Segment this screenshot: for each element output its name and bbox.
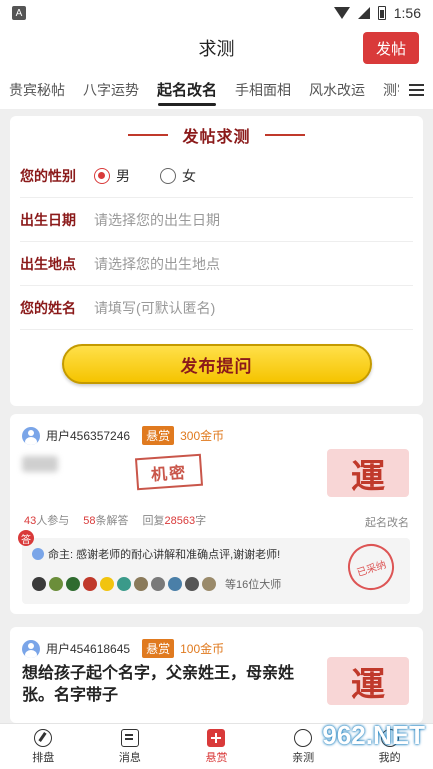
battery-icon [377, 6, 386, 20]
avatar [49, 577, 63, 591]
wifi-icon [333, 7, 350, 19]
plus-icon [207, 728, 226, 747]
gender-label: 您的性别 [20, 167, 76, 184]
radio-unchecked-icon [160, 167, 176, 184]
answer-text: 命主: 感谢老师的耐心讲解和准确点评,谢谢老师! [48, 549, 281, 561]
avatar [22, 426, 40, 445]
nav-bounty[interactable]: 悬赏 [173, 724, 260, 769]
category-tabs: 贵宾秘帖 八字运势 起名改名 手相面相 风水改运 测字解 [0, 70, 433, 110]
signal-icon [357, 7, 370, 19]
tab-fengshui[interactable]: 风水改运 [300, 70, 374, 109]
gender-female-radio[interactable]: 女 [160, 166, 196, 186]
bounty-amount: 100金币 [180, 642, 225, 656]
nav-label: 消息 [118, 751, 141, 764]
featured-answer[interactable]: 答 命主: 感谢老师的耐心讲解和准确点评,谢谢老师! 等16位大师 已采纳 [18, 530, 410, 604]
message-icon [120, 728, 139, 747]
avatar [32, 548, 44, 560]
bounty-badge: 悬赏 [142, 426, 175, 445]
avatar [66, 577, 80, 591]
heading-divider-right [264, 134, 305, 136]
avatar [83, 577, 97, 591]
bounty-badge: 悬赏 [142, 639, 175, 658]
tab-palmistry[interactable]: 手相面相 [226, 70, 300, 109]
reply-count: 回复28563字 [142, 515, 207, 527]
birth-place-placeholder: 请选择您的出生地点 [94, 255, 220, 272]
post-username: 用户456357246 [46, 429, 131, 443]
avatar [202, 577, 216, 591]
compass-icon [34, 728, 53, 747]
status-bar: A 1:56 [0, 0, 433, 26]
post-thumbnail: 運 [327, 449, 409, 497]
avatar [168, 577, 182, 591]
gender-male-radio[interactable]: 男 [94, 166, 130, 186]
nav-messages[interactable]: 消息 [87, 724, 174, 769]
answers-count: 58条解答 [83, 515, 129, 527]
birth-date-label: 出生日期 [20, 211, 76, 228]
avatar [117, 577, 131, 591]
form-title: 发帖求测 [182, 129, 251, 146]
post-card[interactable]: 用户454618645 悬赏 100金币 想给孩子起个名字，父亲姓王，母亲姓张。… [10, 627, 423, 723]
avatar [134, 577, 148, 591]
app-header: 求测 发帖 [0, 26, 433, 70]
new-post-button[interactable]: 发帖 [363, 32, 419, 64]
post-stats: 43人参与 58条解答 回复28563字 [24, 512, 206, 528]
gender-male-label: 男 [116, 167, 130, 184]
name-placeholder: 请填写(可默认匿名) [94, 299, 216, 316]
avatar [32, 577, 46, 591]
post-category: 起名改名 [365, 517, 409, 529]
nav-label: 亲测 [292, 751, 315, 764]
blurred-post-title [22, 456, 58, 472]
post-thumbnail: 運 [327, 657, 409, 705]
post-user-row: 用户454618645 悬赏 100金币 [22, 639, 411, 658]
participants-count: 43人参与 [24, 515, 70, 527]
gender-row: 您的性别 男 女 [20, 154, 413, 198]
gender-female-label: 女 [182, 167, 196, 184]
tab-vip-posts[interactable]: 贵宾秘帖 [0, 70, 74, 109]
post-user-row: 用户456357246 悬赏 300金币 [22, 426, 411, 445]
master-avatars: 等16位大师 [32, 576, 400, 592]
post-card[interactable]: 用户456357246 悬赏 300金币 机密 運 43人参与 58条解答 回复… [10, 414, 423, 614]
bounty-amount: 300金币 [180, 429, 225, 443]
nav-label: 悬赏 [205, 751, 228, 764]
avatar [100, 577, 114, 591]
avatar [185, 577, 199, 591]
avatar [22, 639, 40, 658]
name-field[interactable]: 您的姓名 请填写(可默认匿名) [20, 286, 413, 330]
app-notification-icon: A [12, 6, 26, 20]
radio-checked-icon [94, 167, 110, 184]
nav-label: 排盘 [32, 751, 55, 764]
birth-date-field[interactable]: 出生日期 请选择您的出生日期 [20, 198, 413, 242]
site-watermark: 962.NET [322, 720, 425, 750]
heading-divider-left [128, 134, 169, 136]
masters-count: 等16位大师 [225, 579, 282, 591]
tab-naming[interactable]: 起名改名 [148, 70, 226, 109]
name-label: 您的姓名 [20, 299, 76, 316]
submit-question-button[interactable]: 发布提问 [61, 344, 372, 384]
birth-date-placeholder: 请选择您的出生日期 [94, 211, 220, 228]
post-title: 想给孩子起个名字，父亲姓王，母亲姓张。名字带子 [22, 665, 295, 704]
menu-icon[interactable] [399, 70, 433, 109]
birth-place-label: 出生地点 [20, 255, 76, 272]
post-username: 用户454618645 [46, 642, 131, 656]
form-heading: 发帖求测 [20, 116, 413, 154]
person-icon [294, 728, 313, 747]
nav-chart[interactable]: 排盘 [0, 724, 87, 769]
page-title: 求测 [198, 39, 235, 59]
answer-line: 命主: 感谢老师的耐心讲解和准确点评,谢谢老师! [32, 546, 400, 562]
avatar [151, 577, 165, 591]
secret-stamp: 机密 [134, 453, 204, 491]
clock: 1:56 [393, 5, 421, 21]
post-question-form: 发帖求测 您的性别 男 女 出生日期 请选择您的出生日期 出生地点 请选择您的出… [10, 116, 423, 406]
answer-badge: 答 [18, 530, 34, 546]
birth-place-field[interactable]: 出生地点 请选择您的出生地点 [20, 242, 413, 286]
tab-bazi[interactable]: 八字运势 [74, 70, 148, 109]
